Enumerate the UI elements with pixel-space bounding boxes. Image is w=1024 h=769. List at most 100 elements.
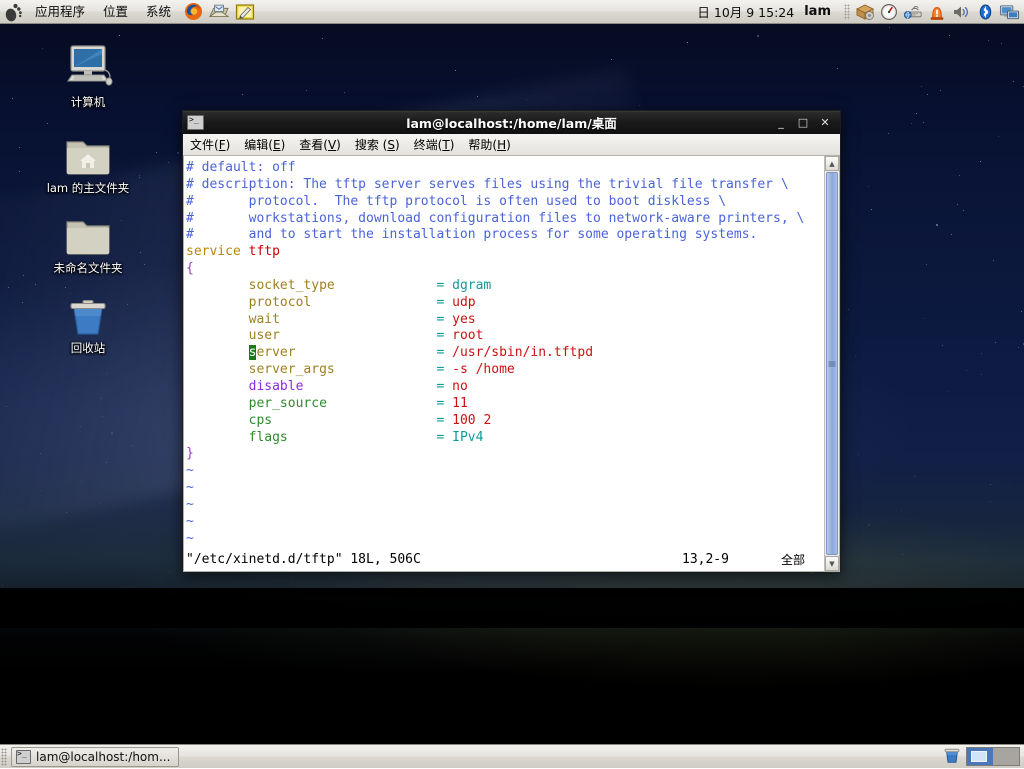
vim-buffer[interactable]: # default: off# description: The tftp se… <box>184 156 824 571</box>
desktop-icon-trash-label: 回收站 <box>44 341 132 355</box>
vim-line: user = root <box>186 328 824 345</box>
firefox-launcher-icon[interactable] <box>180 0 206 24</box>
menu-edit-accel: E <box>273 138 281 152</box>
top-panel[interactable]: 应用程序 位置 系统 日 10月 9 15:24 lam <box>0 0 1024 24</box>
alert-siren-icon[interactable] <box>925 0 949 24</box>
vim-line: ~ <box>186 497 824 514</box>
bottom-panel[interactable]: lam@localhost:/hom... <box>0 744 1024 768</box>
vim-line: cps = 100 2 <box>186 413 824 430</box>
menu-edit-paren: ) <box>281 138 286 152</box>
vim-line: socket_type = dgram <box>186 278 824 295</box>
menu-file[interactable]: 文件(F) <box>183 134 237 156</box>
terminal-scrollbar[interactable]: ▲ ▼ <box>824 156 839 571</box>
desktop-icon-untitled-label: 未命名文件夹 <box>44 261 132 275</box>
workspace-2[interactable] <box>993 748 1019 765</box>
menu-help-text: 帮助( <box>468 138 497 152</box>
menu-view[interactable]: 查看(V) <box>292 134 348 156</box>
system-monitor-gauge-icon[interactable] <box>877 0 901 24</box>
vim-line: protocol = udp <box>186 295 824 312</box>
desktop-icon-computer[interactable]: 计算机 <box>44 42 132 109</box>
menu-search[interactable]: 搜索 (S) <box>348 134 407 156</box>
trash-icon <box>44 288 132 338</box>
taskbar-window-button[interactable]: lam@localhost:/hom... <box>11 747 179 767</box>
vim-line: # default: off <box>186 160 824 177</box>
trash-applet-icon[interactable] <box>942 745 962 769</box>
minimize-button[interactable]: _ <box>770 111 792 134</box>
network-manager-icon[interactable] <box>901 0 925 24</box>
display-settings-icon[interactable] <box>997 0 1021 24</box>
computer-icon <box>44 42 132 92</box>
vim-line: # protocol. The tftp protocol is often u… <box>186 194 824 211</box>
terminal-icon <box>187 115 204 130</box>
menu-search-text: 搜索 ( <box>355 138 388 152</box>
tray-separator <box>844 4 850 20</box>
places-menu[interactable]: 位置 <box>94 0 137 24</box>
home-folder-icon <box>44 128 132 178</box>
vim-status-file: "/etc/xinetd.d/tftp" 18L, 506C <box>186 552 421 567</box>
system-menu[interactable]: 系统 <box>137 0 180 24</box>
vim-status-scroll: 全部 <box>781 551 805 568</box>
evolution-mail-launcher-icon[interactable] <box>206 0 232 24</box>
menu-file-paren: ) <box>226 138 231 152</box>
tree-line-silhouette <box>0 588 1024 628</box>
bluetooth-icon[interactable] <box>973 0 997 24</box>
text-editor-launcher-icon[interactable] <box>232 0 258 24</box>
gnome-foot-icon[interactable] <box>0 0 26 24</box>
menu-search-accel: S <box>387 138 395 152</box>
desktop-icon-home-label: lam 的主文件夹 <box>44 181 132 195</box>
terminal-icon <box>16 750 31 764</box>
package-updater-icon[interactable] <box>853 0 877 24</box>
desktop-icon-untitled[interactable]: 未命名文件夹 <box>44 208 132 275</box>
scrollbar-grip-icon <box>829 361 836 366</box>
vim-line: { <box>186 261 824 278</box>
workspace-window-thumb <box>971 751 987 762</box>
vim-line: disable = no <box>186 379 824 396</box>
scroll-down-arrow-icon[interactable]: ▼ <box>825 556 839 571</box>
vim-status-position: 13,2-9 <box>682 552 729 567</box>
folder-icon <box>44 208 132 258</box>
scroll-up-arrow-icon[interactable]: ▲ <box>825 156 839 171</box>
scrollbar-thumb[interactable] <box>826 172 838 555</box>
terminal-window[interactable]: lam@localhost:/home/lam/桌面 _ □ ✕ 文件(F) 编… <box>182 110 841 572</box>
menu-file-accel: F <box>219 138 226 152</box>
vim-line: server_args = -s /home <box>186 362 824 379</box>
menu-view-accel: V <box>328 138 336 152</box>
volume-speaker-icon[interactable] <box>949 0 973 24</box>
menu-search-paren: ) <box>395 138 400 152</box>
menu-view-text: 查看( <box>299 138 328 152</box>
menu-edit[interactable]: 编辑(E) <box>237 134 292 156</box>
close-button[interactable]: ✕ <box>814 111 836 134</box>
menu-edit-text: 编辑( <box>244 138 273 152</box>
system-tray[interactable]: 日 10月 9 15:24 lam <box>689 0 1024 24</box>
terminal-title: lam@localhost:/home/lam/桌面 <box>183 113 840 132</box>
vim-line: server = /usr/sbin/in.tftpd <box>186 345 824 362</box>
menu-terminal-accel: T <box>442 138 449 152</box>
vim-line: ~ <box>186 463 824 480</box>
user-menu[interactable]: lam <box>802 4 841 19</box>
desktop-icon-trash[interactable]: 回收站 <box>44 288 132 355</box>
vim-line: flags = IPv4 <box>186 430 824 447</box>
terminal-title-bar[interactable]: lam@localhost:/home/lam/桌面 _ □ ✕ <box>183 111 840 134</box>
desktop-icon-home[interactable]: lam 的主文件夹 <box>44 128 132 195</box>
clock[interactable]: 日 10月 9 15:24 <box>689 2 802 21</box>
menu-help[interactable]: 帮助(H) <box>461 134 517 156</box>
vim-status-line: "/etc/xinetd.d/tftp" 18L, 506C 13,2-9 全部 <box>186 551 823 568</box>
vim-line: # and to start the installation process … <box>186 227 824 244</box>
scrollbar-track[interactable] <box>825 171 839 556</box>
workspace-switcher[interactable] <box>966 747 1020 766</box>
menu-terminal-paren: ) <box>450 138 455 152</box>
maximize-button[interactable]: □ <box>792 111 814 134</box>
vim-line: # description: The tftp server serves fi… <box>186 177 824 194</box>
menu-help-accel: H <box>497 138 506 152</box>
menu-terminal[interactable]: 终端(T) <box>407 134 462 156</box>
vim-line: ~ <box>186 531 824 548</box>
vim-line: service tftp <box>186 244 824 261</box>
terminal-body[interactable]: # default: off# description: The tftp se… <box>183 156 840 572</box>
vim-line: } <box>186 446 824 463</box>
workspace-1[interactable] <box>967 748 993 765</box>
vim-line: ~ <box>186 514 824 531</box>
terminal-menu-bar[interactable]: 文件(F) 编辑(E) 查看(V) 搜索 (S) 终端(T) 帮助(H) <box>183 134 840 156</box>
vim-line: wait = yes <box>186 312 824 329</box>
menu-file-text: 文件( <box>190 138 219 152</box>
applications-menu[interactable]: 应用程序 <box>26 0 94 24</box>
